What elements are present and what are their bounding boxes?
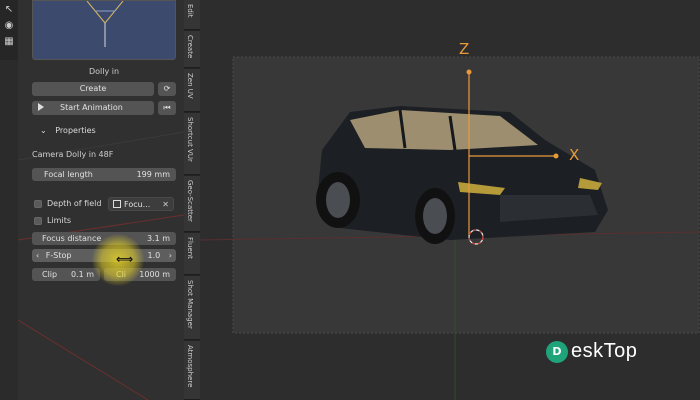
logo-letter: D [552, 345, 562, 358]
clip-start-field[interactable]: Clip 0.1 m [32, 268, 100, 281]
camera-icon[interactable]: ◉ [2, 20, 16, 32]
axis-z-label: Z [459, 40, 470, 58]
resize-cursor-icon: ⟺ [116, 252, 134, 266]
chevron-down-icon: ⌄ [40, 126, 47, 135]
chevron-left-icon[interactable]: ‹ [36, 251, 39, 260]
tab-label: Geo-Scatter [186, 180, 194, 222]
camera-name-label: Camera Dolly in 48F [32, 150, 114, 159]
checkbox-box [34, 199, 42, 208]
properties-label: Properties [55, 126, 96, 135]
logo-disc: D [546, 340, 568, 363]
tab-label: Shot Manager [186, 280, 194, 329]
sidebar-panel: Dolly in Create ⟳ Start Animation ⏮ ⌄ Pr… [18, 0, 184, 400]
tab-label: Edit [186, 4, 194, 18]
fstop-value-wrap: 1.0 › [148, 249, 172, 262]
watermark-logo: D eskTop [546, 340, 637, 363]
tab-label: Create [186, 35, 194, 59]
sidebar-tabs: Edit Create Zen UV Shortcut VUr Geo-Scat… [184, 0, 200, 400]
refresh-icon: ⟳ [163, 84, 171, 93]
tab-label: Atmosphere [186, 345, 194, 388]
axis-x-label: X [569, 146, 580, 164]
focal-length-value: 199 mm [136, 170, 170, 179]
clip-end-label: Cli [116, 270, 127, 279]
gizmo-z-handle[interactable] [466, 69, 472, 75]
thumbnail-caption: Dolly in [88, 67, 120, 76]
tool-strip: ↖ ◉ ▦ [0, 0, 18, 60]
camera-rig-preview [86, 1, 124, 47]
start-animation-button[interactable]: Start Animation [32, 101, 154, 115]
tab-zen-uv[interactable]: Zen UV [184, 69, 200, 112]
skip-start-button[interactable]: ⏮ [158, 101, 176, 115]
refresh-button[interactable]: ⟳ [158, 82, 176, 96]
focus-object-label: Focu... [124, 200, 151, 209]
clip-start-value: 0.1 m [70, 270, 94, 279]
tab-edit[interactable]: Edit [184, 0, 200, 30]
camera-preview-thumbnail[interactable] [32, 0, 176, 60]
focus-object-field[interactable]: Focu... ✕ [108, 197, 174, 211]
clip-start-label: Clip [42, 270, 58, 279]
tab-atmosphere[interactable]: Atmosphere [184, 341, 200, 400]
checkbox-box [34, 216, 42, 225]
create-button[interactable]: Create [32, 82, 154, 96]
focal-length-field[interactable]: Focal length 199 mm [32, 168, 176, 181]
fstop-value: 1.0 [147, 251, 161, 260]
grid-icon[interactable]: ▦ [2, 36, 16, 48]
focus-distance-value: 3.1 m [146, 234, 170, 243]
cursor-icon[interactable]: ↖ [2, 4, 16, 16]
gizmo-x-handle[interactable] [553, 153, 559, 159]
depth-of-field-checkbox[interactable]: Depth of field [34, 199, 101, 208]
object-icon [113, 200, 121, 208]
tab-label: Shortcut VUr [186, 117, 194, 162]
depth-of-field-label: Depth of field [47, 199, 102, 208]
tab-shot-manager[interactable]: Shot Manager [184, 276, 200, 340]
properties-header[interactable]: ⌄ Properties [40, 126, 96, 135]
tab-fluent[interactable]: Fluent [184, 233, 200, 275]
play-icon [38, 103, 44, 111]
limits-label: Limits [47, 216, 71, 225]
logo-text: eskTop [571, 340, 638, 362]
tab-create[interactable]: Create [184, 31, 200, 68]
tab-label: Zen UV [186, 73, 194, 99]
focus-distance-field[interactable]: Focus distance 3.1 m [32, 232, 176, 245]
start-animation-label: Start Animation [60, 103, 123, 112]
tab-shortcut-vur[interactable]: Shortcut VUr [184, 113, 200, 175]
limits-checkbox[interactable]: Limits [34, 216, 71, 225]
focus-distance-label: Focus distance [42, 234, 102, 243]
focal-length-label: Focal length [44, 170, 93, 179]
fstop-label: F-Stop [45, 251, 72, 260]
chevron-right-icon[interactable]: › [169, 251, 172, 260]
tab-geo-scatter[interactable]: Geo-Scatter [184, 176, 200, 232]
fstop-field[interactable]: ‹ F-Stop 1.0 › [32, 249, 176, 262]
clip-end-field[interactable]: Cli 1000 m [104, 268, 176, 281]
clip-end-value: 1000 m [139, 270, 170, 279]
tab-label: Fluent [186, 237, 194, 259]
clear-icon[interactable]: ✕ [162, 198, 169, 212]
skip-back-icon: ⏮ [163, 103, 171, 112]
